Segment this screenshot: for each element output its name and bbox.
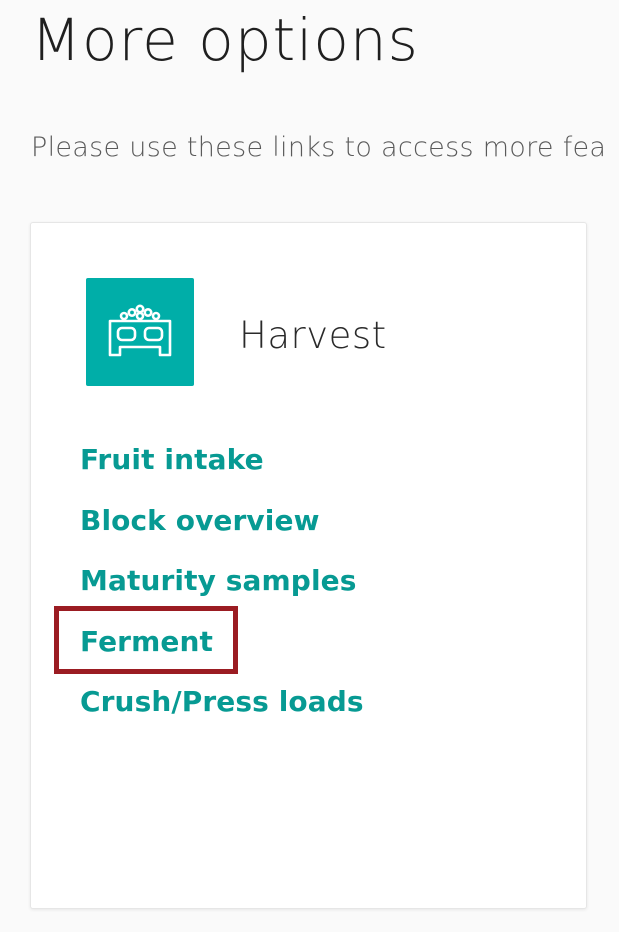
fruit-intake-link[interactable]: Fruit intake: [80, 439, 264, 481]
list-item: Crush/Press loads: [80, 681, 364, 742]
page-subtitle: Please use these links to access more fe…: [31, 132, 607, 163]
list-item: Ferment: [80, 621, 364, 682]
harvest-card: Harvest Fruit intake Block overview Matu…: [30, 222, 587, 909]
list-item: Block overview: [80, 500, 364, 561]
block-overview-link[interactable]: Block overview: [80, 500, 320, 542]
list-item: Maturity samples: [80, 560, 364, 621]
harvest-links: Fruit intake Block overview Maturity sam…: [80, 439, 364, 742]
ferment-link[interactable]: Ferment: [80, 621, 213, 663]
more-options-page: More options Please use these links to a…: [0, 0, 619, 932]
crush-press-loads-link[interactable]: Crush/Press loads: [80, 681, 364, 723]
harvest-bin-icon: [86, 278, 194, 386]
card-title: Harvest: [239, 314, 387, 357]
page-title: More options: [31, 6, 419, 74]
maturity-samples-link[interactable]: Maturity samples: [80, 560, 357, 602]
list-item: Fruit intake: [80, 439, 364, 500]
